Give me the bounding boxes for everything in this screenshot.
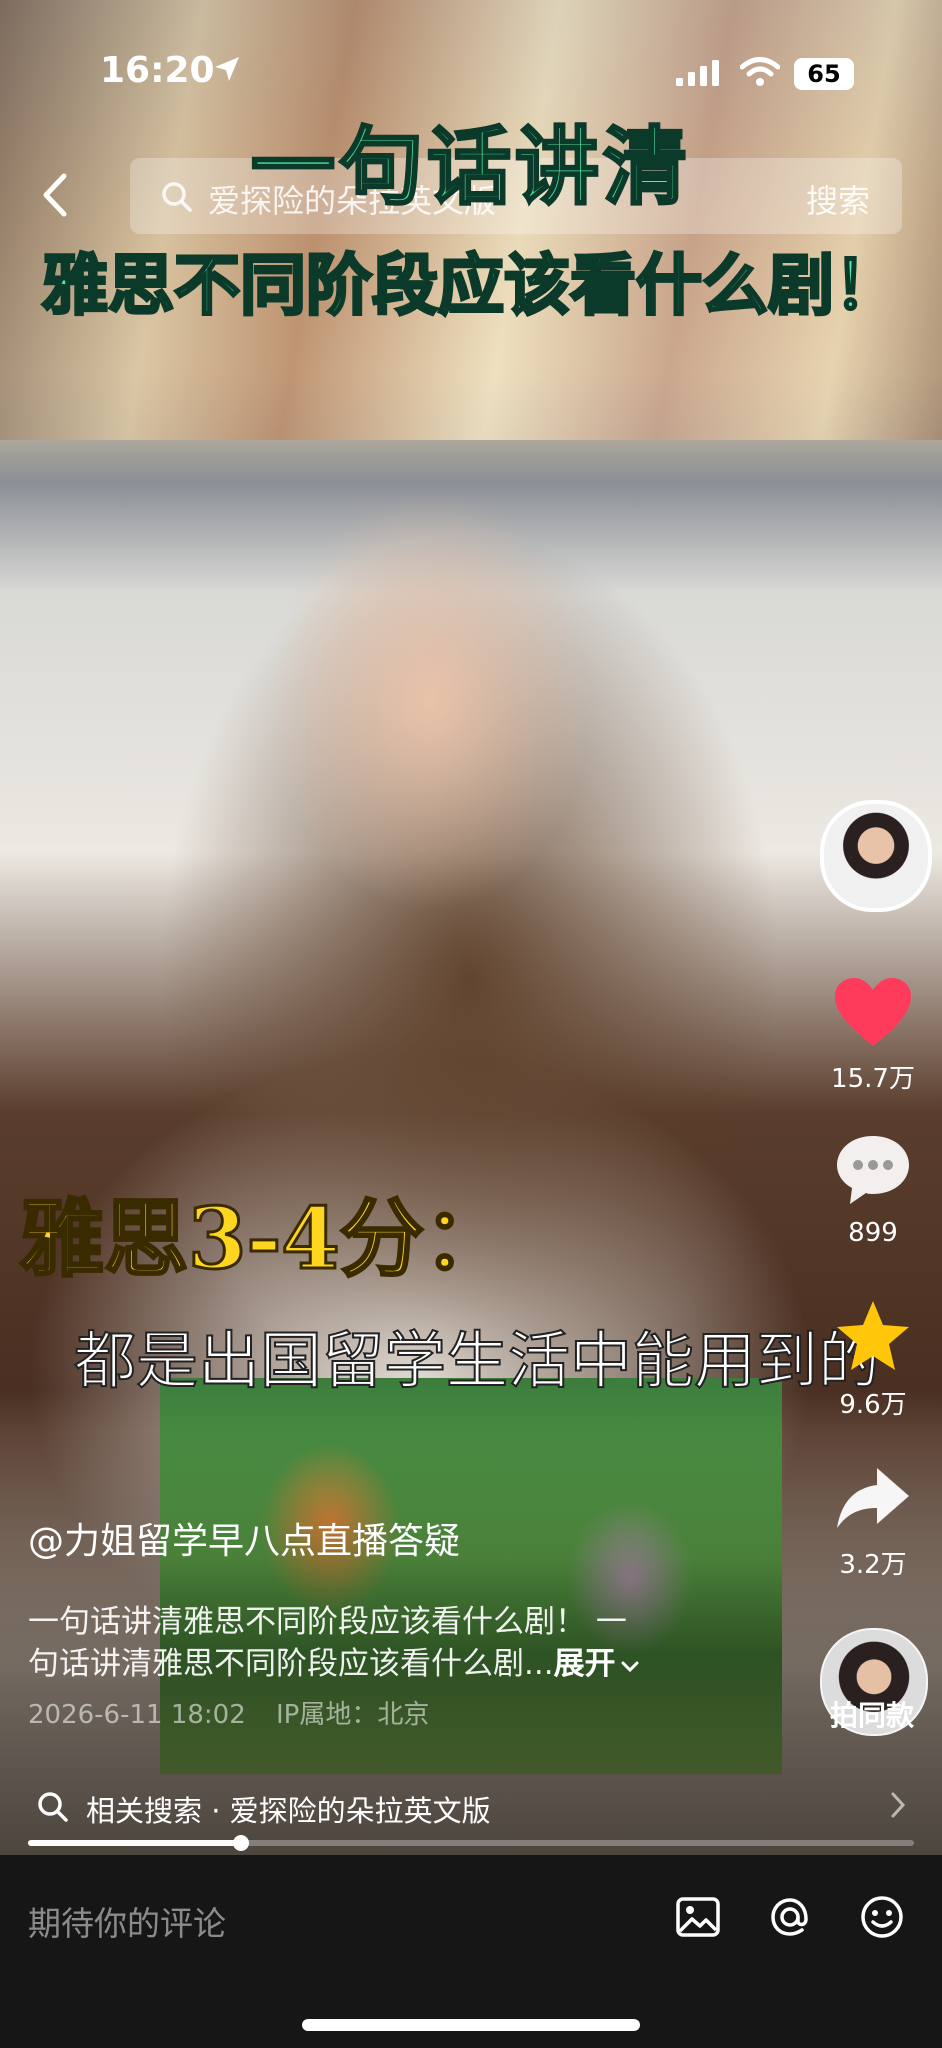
- post-meta: 2026-6-11 18:02 IP属地：北京: [28, 1694, 429, 1731]
- comment-bar: 期待你的评论: [0, 1855, 942, 2048]
- progress-bar[interactable]: [28, 1835, 914, 1851]
- progress-fill: [28, 1840, 241, 1846]
- share-arrow-icon: [837, 1468, 909, 1528]
- related-search-bar[interactable]: 相关搜索 · 爱探险的朵拉英文版: [0, 1782, 942, 1832]
- related-search-label: 相关搜索: [86, 1794, 203, 1828]
- related-search-term: 爱探险的朵拉英文版: [229, 1794, 491, 1828]
- progress-handle[interactable]: [232, 1835, 249, 1851]
- like-count: 15.7万: [831, 1064, 915, 1094]
- related-search-text: 相关搜索 · 爱探险的朵拉英文版: [86, 1788, 491, 1830]
- location-arrow-icon: [212, 54, 242, 88]
- comment-count: 899: [848, 1218, 898, 1248]
- related-search-separator: ·: [211, 1794, 221, 1828]
- like-button[interactable]: 15.7万: [818, 976, 928, 1095]
- share-count: 3.2万: [839, 1550, 907, 1580]
- comment-icon: [837, 1136, 909, 1204]
- signal-icon: [676, 60, 722, 90]
- description-text: 句话讲清雅思不同阶段应该看什么剧...: [28, 1646, 554, 1682]
- chevron-down-icon: [621, 1661, 639, 1673]
- comment-input[interactable]: 期待你的评论: [28, 1897, 226, 1945]
- mention-icon[interactable]: [766, 1893, 814, 1945]
- favorite-button[interactable]: 9.6万: [818, 1298, 928, 1421]
- image-icon[interactable]: [674, 1893, 722, 1945]
- caption-subtitle: 都是出国留学生活中能用到的: [73, 1323, 881, 1398]
- search-icon: [36, 1790, 70, 1828]
- comment-button[interactable]: 899: [818, 1132, 928, 1248]
- star-icon: [837, 1301, 909, 1370]
- battery-indicator: 65: [794, 58, 854, 90]
- favorite-count: 9.6万: [839, 1390, 907, 1420]
- ip-location: IP属地：北京: [276, 1700, 430, 1730]
- chevron-right-icon: [888, 1790, 908, 1824]
- expand-button[interactable]: 展开: [554, 1646, 640, 1682]
- heart-icon: [835, 978, 911, 1046]
- status-bar: 16:20 65: [0, 50, 942, 100]
- video-title-line1: 一句话讲清: [249, 116, 691, 218]
- status-time: 16:20: [100, 50, 215, 91]
- post-date: 2026-6-11 18:02: [28, 1700, 246, 1730]
- description-line1: 一句话讲清雅思不同阶段应该看什么剧！ 一: [28, 1604, 627, 1640]
- emoji-icon[interactable]: [858, 1893, 906, 1945]
- wifi-icon: [739, 56, 781, 92]
- home-indicator: [302, 2019, 640, 2031]
- author-name[interactable]: @力姐留学早八点直播答疑: [28, 1512, 460, 1564]
- creator-avatar[interactable]: [820, 800, 932, 912]
- same-style-label[interactable]: 拍同款: [800, 1694, 942, 1734]
- caption-score: 雅思3-4分：: [19, 1188, 510, 1290]
- description-line2: 句话讲清雅思不同阶段应该看什么剧...展开: [28, 1638, 640, 1683]
- expand-label[interactable]: 展开: [554, 1646, 616, 1682]
- video-title-line2: 雅思不同阶段应该看什么剧！: [41, 245, 902, 326]
- share-button[interactable]: 3.2万: [818, 1464, 928, 1581]
